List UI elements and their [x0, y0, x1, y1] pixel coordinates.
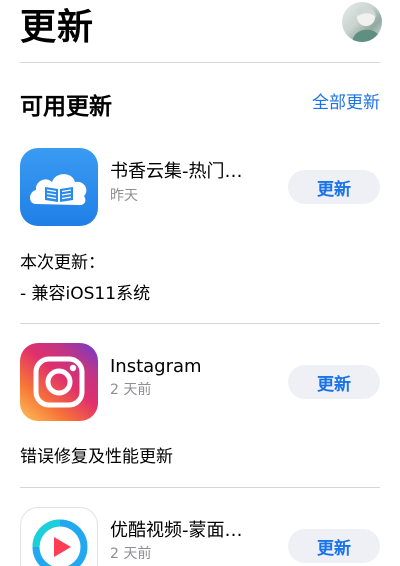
update-button[interactable]: 更新: [288, 170, 380, 204]
avatar-image: [352, 6, 382, 42]
row-divider: [20, 487, 380, 488]
update-button[interactable]: 更新: [288, 365, 380, 399]
play-icon[interactable]: [20, 507, 98, 566]
camera-graphic: [33, 356, 85, 408]
update-button[interactable]: 更新: [288, 529, 380, 563]
app-date: 2 天前: [110, 382, 152, 398]
book-cloud-icon[interactable]: [20, 148, 98, 226]
row-divider: [20, 323, 380, 324]
updates-page: 更新 可用更新 全部更新 书香云集-热门… 昨天 更新 本次更新： - 兼容iO…: [0, 0, 400, 566]
app-name[interactable]: Instagram: [110, 355, 270, 379]
book-cloud-graphic: [30, 174, 87, 206]
release-notes-heading: 本次更新：: [20, 253, 105, 273]
app-date: 昨天: [110, 188, 138, 204]
app-date: 2 天前: [110, 546, 152, 562]
release-notes-line: 错误修复及性能更新: [20, 447, 173, 467]
section-title: 可用更新: [20, 94, 112, 120]
play-graphic: [32, 519, 88, 566]
update-all-button[interactable]: 全部更新: [312, 90, 380, 116]
release-notes-line: - 兼容iOS11系统: [20, 284, 151, 304]
app-name[interactable]: 优酷视频-蒙面…: [110, 519, 270, 543]
header-divider: [20, 62, 380, 63]
app-name[interactable]: 书香云集-热门…: [110, 160, 270, 184]
avatar[interactable]: [342, 2, 382, 42]
camera-icon[interactable]: [20, 343, 98, 421]
page-title: 更新: [20, 7, 95, 48]
